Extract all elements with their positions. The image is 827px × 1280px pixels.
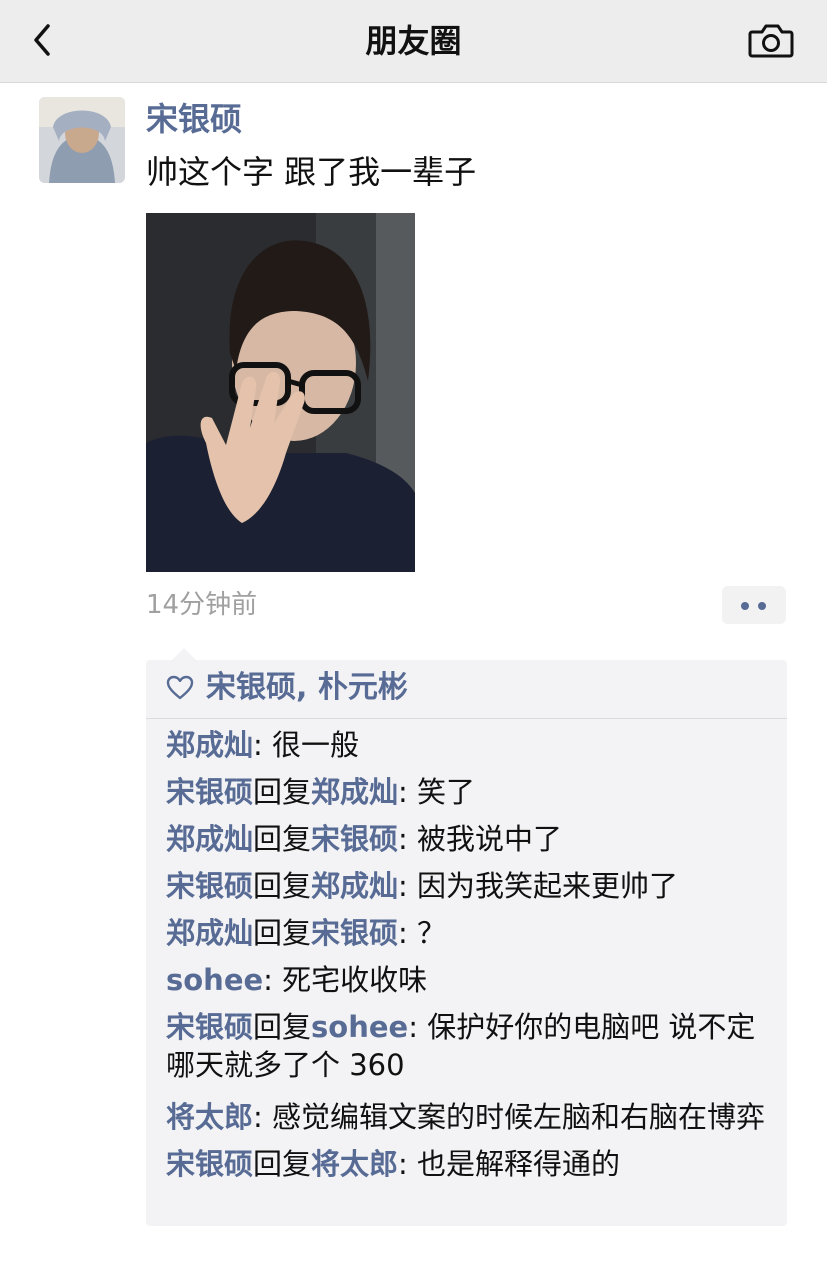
comment-text: : 被我说中了 <box>398 822 563 856</box>
comment-text: : 很一般 <box>253 728 360 762</box>
post-photo[interactable] <box>146 213 415 572</box>
comment-item[interactable]: 宋银硕回复郑成灿: 因为我笑起来更帅了 <box>166 867 776 905</box>
comment-item[interactable]: 宋银硕回复将太郎: 也是解释得通的 <box>166 1145 776 1183</box>
reply-target[interactable]: 郑成灿 <box>311 775 398 809</box>
reply-target[interactable]: 将太郎 <box>311 1147 398 1181</box>
comment-item[interactable]: sohee: 死宅收收味 <box>166 961 776 999</box>
avatar-image <box>39 97 125 183</box>
comment-author[interactable]: 宋银硕 <box>166 775 253 809</box>
comment-item[interactable]: 郑成灿: 很一般 <box>166 726 776 764</box>
comment-text: : 笑了 <box>398 775 476 809</box>
reply-label: 回复 <box>253 775 312 809</box>
reply-target[interactable]: 宋银硕 <box>311 822 398 856</box>
post-time: 14分钟前 <box>146 590 258 620</box>
comment-author[interactable]: 郑成灿 <box>166 728 253 762</box>
interaction-panel: 宋银硕, 朴元彬 郑成灿: 很一般 宋银硕回复郑成灿: 笑了 郑成灿回复宋银硕:… <box>146 648 787 1226</box>
more-dots-icon <box>758 602 766 610</box>
more-dots-icon <box>741 602 749 610</box>
photo-image <box>146 213 415 572</box>
comment-author[interactable]: 宋银硕 <box>166 1147 253 1181</box>
reply-label: 回复 <box>253 916 312 950</box>
comment-text: : ？ <box>398 916 447 950</box>
comment-author[interactable]: 郑成灿 <box>166 822 253 856</box>
comment-item[interactable]: 郑成灿回复宋银硕: 被我说中了 <box>166 820 776 858</box>
author-name[interactable]: 宋银硕 <box>146 98 242 140</box>
reply-label: 回复 <box>253 1147 312 1181</box>
likes-names[interactable]: 宋银硕, 朴元彬 <box>206 668 408 708</box>
reply-target[interactable]: sohee <box>311 1010 408 1044</box>
comment-text: : 感觉编辑文案的时候左脑和右脑在博弈 <box>253 1100 766 1134</box>
comment-item[interactable]: 宋银硕回复sohee: 保护好你的电脑吧 说不定哪天就多了个 360 <box>166 1008 776 1084</box>
reply-target[interactable]: 宋银硕 <box>311 916 398 950</box>
comment-author[interactable]: sohee <box>166 963 263 997</box>
more-actions-button[interactable] <box>722 586 786 624</box>
comment-item[interactable]: 宋银硕回复郑成灿: 笑了 <box>166 773 776 811</box>
comment-list: 郑成灿: 很一般 宋银硕回复郑成灿: 笑了 郑成灿回复宋银硕: 被我说中了 宋银… <box>166 726 776 1192</box>
comment-text: : 也是解释得通的 <box>398 1147 621 1181</box>
comment-text: : 因为我笑起来更帅了 <box>398 869 679 903</box>
comment-item[interactable]: 郑成灿回复宋银硕: ？ <box>166 914 776 952</box>
page-title: 朋友圈 <box>365 22 462 60</box>
avatar[interactable] <box>39 97 125 183</box>
camera-icon <box>748 24 794 58</box>
reply-target[interactable]: 郑成灿 <box>311 869 398 903</box>
comment-author[interactable]: 宋银硕 <box>166 1010 253 1044</box>
comment-text: : 死宅收收味 <box>263 963 428 997</box>
post-text: 帅这个字 跟了我一辈子 <box>146 153 477 191</box>
likes-row: 宋银硕, 朴元彬 <box>146 660 787 719</box>
comment-author[interactable]: 将太郎 <box>166 1100 253 1134</box>
comment-author[interactable]: 郑成灿 <box>166 916 253 950</box>
reply-label: 回复 <box>253 1010 312 1044</box>
navigation-bar: 朋友圈 <box>0 0 827 83</box>
heart-icon <box>166 675 194 700</box>
reply-label: 回复 <box>253 869 312 903</box>
comment-item[interactable]: 将太郎: 感觉编辑文案的时候左脑和右脑在博弈 <box>166 1098 776 1136</box>
reply-label: 回复 <box>253 822 312 856</box>
comment-author[interactable]: 宋银硕 <box>166 869 253 903</box>
camera-button[interactable] <box>744 18 798 62</box>
